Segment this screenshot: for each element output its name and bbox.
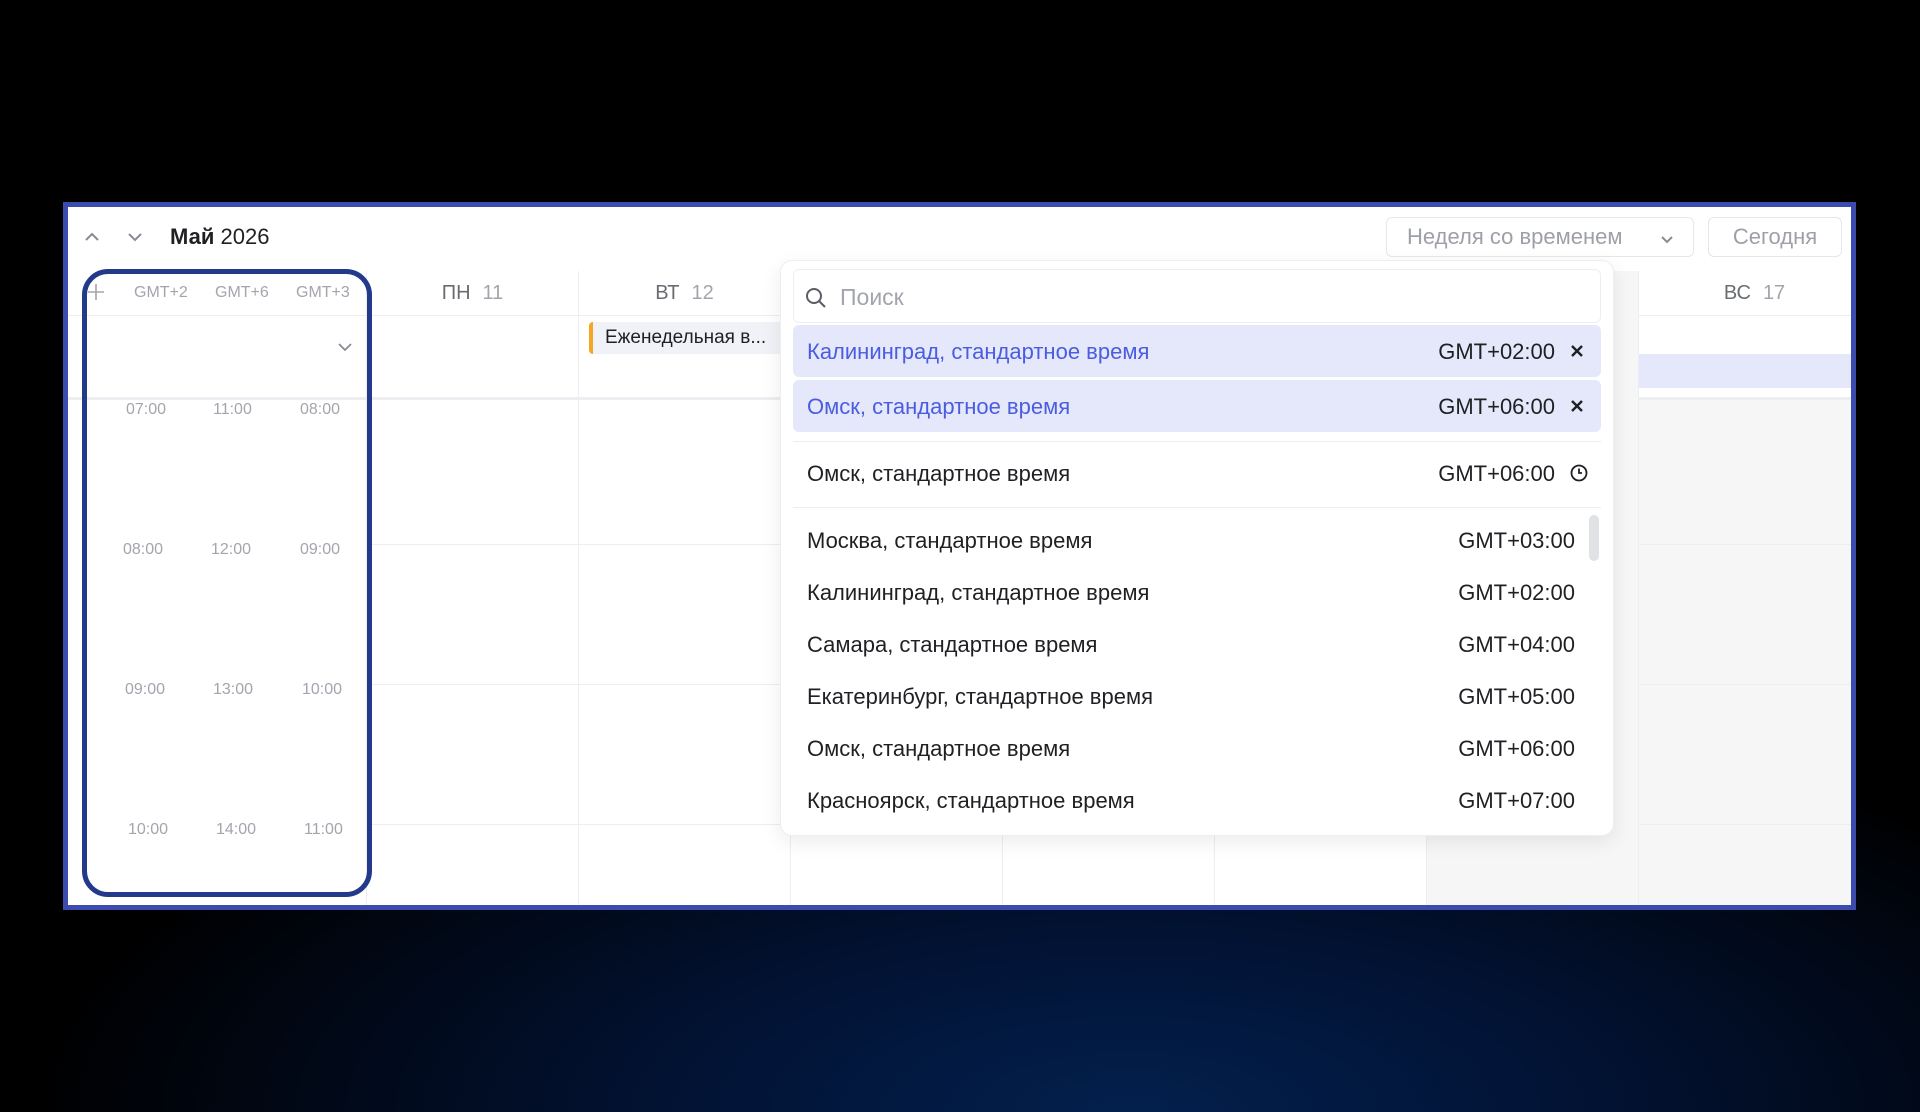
month-name: Май bbox=[170, 224, 215, 249]
year: 2026 bbox=[220, 224, 270, 249]
time-label: 08:00 bbox=[123, 541, 164, 558]
hour-line bbox=[1639, 544, 1851, 545]
allday-cell[interactable]: Еженедельная в... bbox=[579, 316, 790, 400]
timezone-name: Калининград, стандартное время bbox=[807, 339, 1150, 364]
event-chip[interactable]: Еженедельная в... bbox=[589, 322, 789, 354]
divider bbox=[793, 507, 1601, 508]
timezone-option[interactable]: Москва, стандартное время GMT+03:00 bbox=[793, 514, 1601, 566]
chevron-down-icon[interactable] bbox=[336, 338, 354, 361]
timezone-offset: GMT+03:00 bbox=[1458, 528, 1575, 553]
hour-line bbox=[1639, 824, 1851, 825]
selected-timezone-row[interactable]: Омск, стандартное время GMT+06:00 bbox=[793, 380, 1601, 432]
timezone-name: Омск, стандартное время bbox=[807, 461, 1071, 486]
view-select[interactable]: Неделя со временем bbox=[1386, 217, 1694, 257]
today-button[interactable]: Сегодня bbox=[1708, 217, 1842, 257]
day-number: 12 bbox=[691, 281, 714, 304]
timezone-offset: GMT+02:00 bbox=[1458, 580, 1575, 605]
month-title: Май 2026 bbox=[170, 224, 269, 250]
hour-line bbox=[579, 544, 790, 545]
time-label: 14:00 bbox=[216, 821, 257, 838]
timezone-label[interactable]: GMT+3 bbox=[296, 284, 350, 302]
add-timezone-icon[interactable] bbox=[86, 282, 106, 302]
hour-line bbox=[367, 544, 578, 545]
time-label: 11:00 bbox=[304, 821, 343, 838]
view-select-label: Неделя со временем bbox=[1407, 224, 1623, 249]
search-field[interactable]: Поиск bbox=[793, 269, 1601, 323]
time-label: 11:00 bbox=[213, 401, 252, 418]
allday-cell[interactable] bbox=[1639, 316, 1851, 400]
search-icon bbox=[806, 288, 826, 308]
hour-line bbox=[579, 684, 790, 685]
time-label: 13:00 bbox=[213, 681, 254, 698]
day-header: ВС 17 bbox=[1639, 271, 1851, 316]
timezone-allday-area bbox=[68, 316, 366, 400]
hour-line bbox=[367, 684, 578, 685]
time-label: 09:00 bbox=[300, 541, 341, 558]
timezone-header: GMT+2 GMT+6 GMT+3 bbox=[68, 271, 366, 316]
timezone-name: Омск, стандартное время bbox=[807, 736, 1071, 761]
day-number: 17 bbox=[1762, 281, 1786, 304]
chevron-down-icon[interactable] bbox=[125, 227, 145, 247]
close-icon[interactable] bbox=[1567, 341, 1587, 361]
timezone-offset: GMT+05:00 bbox=[1458, 684, 1575, 709]
timezone-offset: GMT+04:00 bbox=[1458, 632, 1575, 657]
timezone-offset: GMT+07:00 bbox=[1458, 788, 1575, 813]
time-label: 10:00 bbox=[128, 821, 169, 838]
timezone-option[interactable]: Омск, стандартное время GMT+06:00 bbox=[793, 722, 1601, 774]
chevron-down-icon bbox=[1661, 236, 1673, 244]
day-number: 11 bbox=[482, 281, 504, 304]
timezone-name: Екатеринбург, стандартное время bbox=[807, 684, 1153, 709]
day-header: ВТ 12 bbox=[579, 271, 790, 316]
timezone-name: Самара, стандартное время bbox=[807, 632, 1098, 657]
allday-cell[interactable] bbox=[367, 316, 578, 400]
timezone-offset: GMT+06:00 bbox=[1458, 736, 1575, 761]
timezone-option[interactable]: Калининград, стандартное время GMT+02:00 bbox=[793, 566, 1601, 618]
timezone-option[interactable]: Красноярск, стандартное время GMT+07:00 bbox=[793, 774, 1601, 826]
day-name: ВТ bbox=[655, 281, 680, 304]
timezone-option[interactable]: Екатеринбург, стандартное время GMT+05:0… bbox=[793, 670, 1601, 722]
time-label: 08:00 bbox=[300, 401, 341, 418]
clock-icon bbox=[1569, 463, 1589, 489]
timezone-option[interactable]: Самара, стандартное время GMT+04:00 bbox=[793, 618, 1601, 670]
day-header: ПН 11 bbox=[367, 271, 578, 316]
scrollbar-thumb[interactable] bbox=[1589, 515, 1599, 561]
time-label: 09:00 bbox=[125, 681, 166, 698]
timezone-dropdown: Поиск Калининград, стандартное время GMT… bbox=[780, 260, 1614, 836]
divider bbox=[793, 441, 1601, 442]
timezone-offset: GMT+06:00 bbox=[1438, 394, 1555, 419]
hour-line bbox=[367, 824, 578, 825]
timezone-label[interactable]: GMT+2 bbox=[134, 284, 188, 302]
time-label: 12:00 bbox=[211, 541, 252, 558]
timezone-label[interactable]: GMT+6 bbox=[215, 284, 269, 302]
selected-timezone-row[interactable]: Калининград, стандартное время GMT+02:00 bbox=[793, 325, 1601, 377]
timezone-name: Омск, стандартное время bbox=[807, 394, 1071, 419]
timezone-name: Калининград, стандартное время bbox=[807, 580, 1150, 605]
day-column-sunday[interactable]: ВС 17 bbox=[1638, 271, 1851, 905]
allday-event-bar[interactable] bbox=[1639, 354, 1851, 388]
timezone-offset: GMT+02:00 bbox=[1438, 339, 1555, 364]
chevron-up-icon[interactable] bbox=[82, 227, 102, 247]
close-icon[interactable] bbox=[1567, 396, 1587, 416]
time-label: 07:00 bbox=[126, 401, 167, 418]
timezone-name: Красноярск, стандартное время bbox=[807, 788, 1135, 813]
search-placeholder: Поиск bbox=[840, 284, 904, 310]
day-column[interactable]: ВТ 12 Еженедельная в... bbox=[578, 271, 790, 905]
day-name: ВС bbox=[1723, 281, 1751, 304]
day-name: ПН bbox=[441, 281, 471, 304]
current-timezone-row[interactable]: Омск, стандартное время GMT+06:00 bbox=[793, 447, 1601, 499]
timezone-offset: GMT+06:00 bbox=[1438, 461, 1555, 486]
day-column[interactable]: ПН 11 bbox=[366, 271, 578, 905]
time-label: 10:00 bbox=[302, 681, 343, 698]
timezone-name: Москва, стандартное время bbox=[807, 528, 1093, 553]
timezone-column: GMT+2 GMT+6 GMT+3 07:00 11:00 08:00 08:0… bbox=[68, 271, 366, 905]
hour-line bbox=[579, 824, 790, 825]
hour-line bbox=[1639, 684, 1851, 685]
